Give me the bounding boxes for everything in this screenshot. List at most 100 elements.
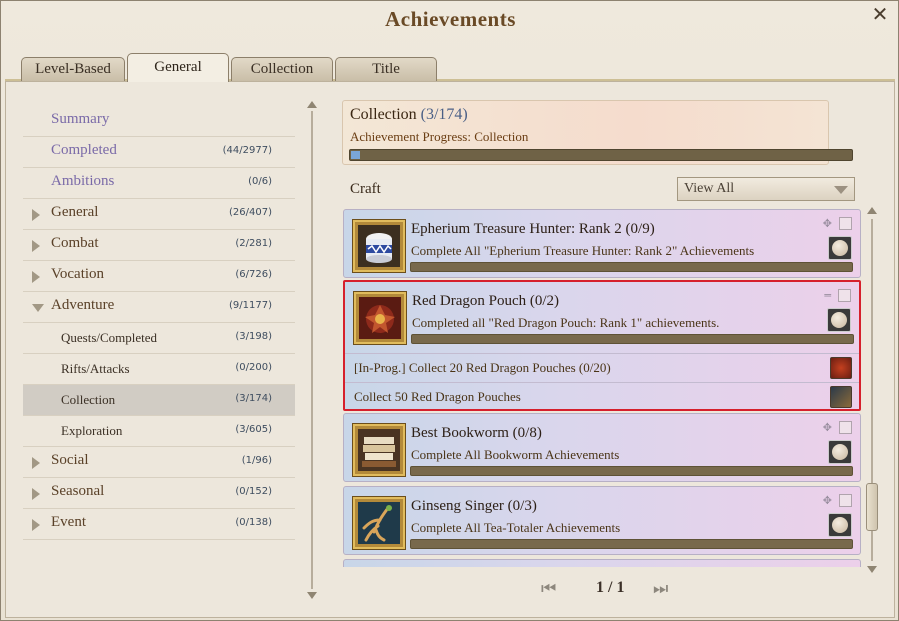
- expand-arrow-icon: [32, 240, 40, 252]
- nav-item-combat[interactable]: Combat (2/281): [23, 230, 295, 261]
- nav-item-general[interactable]: General (26/407): [23, 199, 295, 230]
- page-indicator: 1 / 1: [596, 579, 625, 596]
- scroll-up-icon[interactable]: [867, 207, 877, 214]
- pin-icon[interactable]: ✥: [823, 217, 832, 230]
- achievement-desc: Complete All "Epherium Treasure Hunter: …: [411, 243, 755, 258]
- track-checkbox[interactable]: [839, 421, 852, 434]
- collapse-arrow-icon: [32, 304, 44, 312]
- expand-arrow-icon: [32, 457, 40, 469]
- list-scrollbar[interactable]: [865, 207, 879, 573]
- track-checkbox[interactable]: [838, 289, 851, 302]
- nav-item-count: (0/138): [235, 517, 272, 528]
- nav-item-label: Collection: [61, 392, 116, 407]
- nav-item-label: Quests/Completed: [61, 330, 158, 345]
- nav-subitem-quests-completed[interactable]: Quests/Completed (3/198): [23, 323, 295, 354]
- chevron-down-icon: [834, 186, 848, 194]
- window-title: Achievements: [385, 7, 516, 31]
- achievement-title: Best Bookworm (0/8): [411, 425, 542, 441]
- track-checkbox[interactable]: [839, 217, 852, 230]
- nav-item-count: (0/152): [235, 486, 272, 497]
- achievement-list: Epherium Treasure Hunter: Rank 2 (0/9) C…: [343, 209, 861, 567]
- achievement-progress-bar: [410, 539, 853, 549]
- pagination: ⏮ 1 / 1 ⏭: [541, 577, 681, 601]
- nav-item-label: Adventure: [51, 297, 115, 313]
- nav-item-event[interactable]: Event (0/138): [23, 509, 295, 540]
- nav-item-count: (26/407): [229, 207, 272, 218]
- achievement-progress-bar: [410, 262, 853, 272]
- scroll-up-icon[interactable]: [307, 101, 317, 108]
- nav-item-completed[interactable]: Completed (44/2977): [23, 137, 295, 168]
- treasure-jar-icon: [358, 225, 400, 267]
- collapse-icon[interactable]: ═: [824, 289, 831, 302]
- achievement-card-expanded[interactable]: Red Dragon Pouch (0/2) Completed all "Re…: [343, 280, 861, 411]
- achievement-icon-frame: [353, 220, 405, 272]
- reward-icon[interactable]: [828, 513, 852, 537]
- pin-icon[interactable]: ✥: [823, 494, 832, 507]
- achievement-title: Epherium Treasure Hunter: Rank 2 (0/9): [411, 221, 655, 237]
- nav-item-count: (9/1177): [229, 300, 272, 311]
- nav-item-social[interactable]: Social (1/96): [23, 447, 295, 478]
- tab-collection[interactable]: Collection: [231, 57, 333, 81]
- first-page-icon[interactable]: ⏮: [541, 579, 556, 599]
- nav-item-label: Event: [51, 514, 86, 530]
- nav-item-seasonal[interactable]: Seasonal (0/152): [23, 478, 295, 509]
- nav-scrollbar[interactable]: [307, 101, 317, 599]
- step-text: [In-Prog.] Collect 20 Red Dragon Pouches…: [354, 360, 611, 375]
- nav-item-count: (2/281): [235, 238, 272, 249]
- nav-subitem-exploration[interactable]: Exploration (3/605): [23, 416, 295, 447]
- nav-item-ambitions[interactable]: Ambitions (0/6): [23, 168, 295, 199]
- dropdown-value: View All: [684, 181, 735, 196]
- tab-general[interactable]: General: [127, 53, 229, 82]
- nav-subitem-collection[interactable]: Collection (3/174): [23, 385, 295, 416]
- achievement-step: [In-Prog.] Collect 20 Red Dragon Pouches…: [345, 353, 859, 381]
- achievement-icon-frame: [353, 497, 405, 549]
- nav-item-label: Ambitions: [51, 173, 115, 189]
- step-item-icon[interactable]: [830, 357, 852, 379]
- header-progress-bar: [349, 149, 853, 161]
- header-title: Collection (3/174): [350, 106, 468, 124]
- scroll-down-icon[interactable]: [307, 592, 317, 599]
- achievement-card[interactable]: Ginseng Singer (0/3) Complete All Tea-To…: [343, 486, 861, 555]
- achievement-desc: Complete All Bookworm Achievements: [411, 447, 620, 462]
- tab-level-based[interactable]: Level-Based: [21, 57, 125, 81]
- nav-item-count: (3/174): [235, 393, 272, 404]
- expand-arrow-icon: [32, 519, 40, 531]
- header-subtitle: Achievement Progress: Collection: [350, 129, 529, 144]
- nav-item-count: (3/198): [235, 331, 272, 342]
- expand-arrow-icon: [32, 488, 40, 500]
- nav-item-label: Completed: [51, 142, 117, 158]
- track-checkbox[interactable]: [839, 494, 852, 507]
- nav-item-vocation[interactable]: Vocation (6/726): [23, 261, 295, 292]
- step-item-icon[interactable]: [830, 386, 852, 408]
- scroll-down-icon[interactable]: [867, 566, 877, 573]
- reward-icon[interactable]: [828, 440, 852, 464]
- nav-item-adventure[interactable]: Adventure (9/1177): [23, 292, 295, 323]
- achievement-card[interactable]: Best Bookworm (0/8) Complete All Bookwor…: [343, 413, 861, 482]
- dragon-pouch-icon: [359, 297, 401, 339]
- achievement-desc: Completed all "Red Dragon Pouch: Rank 1"…: [412, 315, 720, 330]
- reward-icon[interactable]: [827, 308, 851, 332]
- nav-item-label: Exploration: [61, 423, 123, 438]
- pin-icon[interactable]: ✥: [823, 421, 832, 434]
- nav-subitem-rifts-attacks[interactable]: Rifts/Attacks (0/200): [23, 354, 295, 385]
- close-icon[interactable]: ✕: [868, 3, 892, 27]
- view-filter-dropdown[interactable]: View All: [677, 177, 855, 201]
- achievement-card-partial[interactable]: ✥: [343, 559, 861, 567]
- nav-item-label: Summary: [51, 111, 110, 127]
- ginseng-root-icon: [358, 502, 400, 544]
- achievement-card[interactable]: Epherium Treasure Hunter: Rank 2 (0/9) C…: [343, 209, 861, 278]
- expand-arrow-icon: [32, 271, 40, 283]
- tab-title[interactable]: Title: [335, 57, 437, 81]
- achievement-title: Red Dragon Pouch (0/2): [412, 293, 560, 309]
- header-progress-fill: [351, 151, 360, 159]
- achievement-title: Ginseng Singer (0/3): [411, 498, 537, 514]
- nav-item-label: Social: [51, 452, 89, 468]
- last-page-icon[interactable]: ⏭: [653, 579, 668, 599]
- nav-item-count: (3/605): [235, 424, 272, 435]
- scroll-thumb[interactable]: [866, 483, 878, 531]
- achievement-progress-bar: [411, 334, 854, 344]
- scroll-track[interactable]: [311, 111, 313, 589]
- reward-icon[interactable]: [828, 236, 852, 260]
- expand-arrow-icon: [32, 209, 40, 221]
- nav-item-summary[interactable]: Summary: [23, 106, 295, 137]
